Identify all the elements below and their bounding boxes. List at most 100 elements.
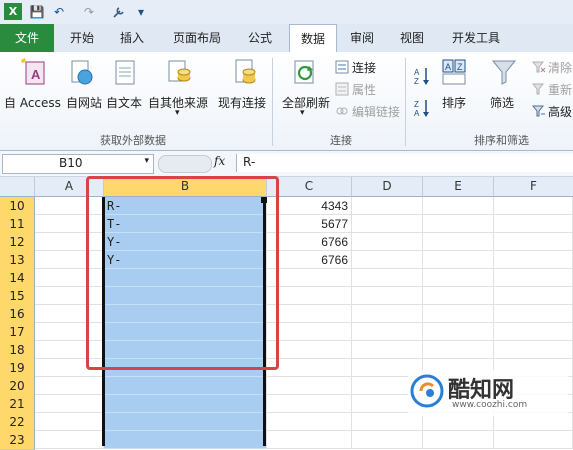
advanced-filter-button[interactable]: 高级 (548, 103, 572, 120)
cell-d-row-14[interactable] (352, 269, 423, 287)
row-header-17[interactable]: 17 (0, 323, 35, 342)
refresh-all-button[interactable]: 全部刷新 (282, 94, 330, 111)
cell-b-row-21[interactable] (104, 395, 267, 413)
row-header-21[interactable]: 21 (0, 395, 35, 414)
formula-input[interactable]: R- (236, 154, 573, 172)
column-header-c[interactable]: C (267, 177, 352, 197)
cell-e-row-17[interactable] (423, 323, 494, 341)
cell-c-row-20[interactable] (267, 377, 352, 395)
tab-file[interactable]: 文件 (0, 24, 54, 52)
cell-c-row-22[interactable] (267, 413, 352, 431)
cell-e-row-11[interactable] (423, 215, 494, 233)
tab-review[interactable]: 审阅 (340, 24, 384, 52)
cell-f-row-16[interactable] (494, 305, 573, 323)
cell-e-row-13[interactable] (423, 251, 494, 269)
tab-formulas[interactable]: 公式 (238, 24, 282, 52)
cell-a-row-20[interactable] (35, 377, 104, 395)
connections-button[interactable]: 连接 (352, 59, 376, 76)
row-header-16[interactable]: 16 (0, 305, 35, 324)
cell-c-row-16[interactable] (267, 305, 352, 323)
redo-icon[interactable]: ↷ (80, 3, 98, 20)
row-header-15[interactable]: 15 (0, 287, 35, 306)
column-header-f[interactable]: F (494, 177, 573, 197)
from-text-button[interactable]: 自文本 (106, 94, 142, 111)
properties-button[interactable]: 属性 (352, 81, 376, 98)
cell-a-row-22[interactable] (35, 413, 104, 431)
cell-c-row-19[interactable] (267, 359, 352, 377)
from-access-button[interactable]: 自 Access (4, 94, 61, 111)
cell-b-row-22[interactable] (104, 413, 267, 431)
row-header-11[interactable]: 11 (0, 215, 35, 234)
cell-c-row-18[interactable] (267, 341, 352, 359)
cell-c-row-17[interactable] (267, 323, 352, 341)
filter-button[interactable]: 筛选 (490, 94, 514, 111)
tab-data[interactable]: 数据 (289, 24, 337, 53)
cell-c-row-10[interactable]: 4343 (267, 197, 352, 215)
sort-button[interactable]: 排序 (442, 94, 466, 111)
cell-f-row-17[interactable] (494, 323, 573, 341)
cell-a-row-21[interactable] (35, 395, 104, 413)
cell-e-row-23[interactable] (423, 431, 494, 449)
name-box[interactable]: B10 ▾ (2, 154, 154, 174)
cell-d-row-23[interactable] (352, 431, 423, 449)
cell-d-row-13[interactable] (352, 251, 423, 269)
cell-d-row-12[interactable] (352, 233, 423, 251)
row-header-19[interactable]: 19 (0, 359, 35, 378)
reapply-filter-button[interactable]: 重新 (548, 81, 572, 98)
cell-d-row-18[interactable] (352, 341, 423, 359)
tab-page-layout[interactable]: 页面布局 (165, 24, 229, 52)
cell-b-row-23[interactable] (104, 431, 267, 449)
cell-c-row-13[interactable]: 6766 (267, 251, 352, 269)
from-web-button[interactable]: 自网站 (66, 94, 102, 111)
cell-f-row-18[interactable] (494, 341, 573, 359)
cell-e-row-10[interactable] (423, 197, 494, 215)
cell-e-row-15[interactable] (423, 287, 494, 305)
row-header-20[interactable]: 20 (0, 377, 35, 396)
cell-c-row-11[interactable]: 5677 (267, 215, 352, 233)
row-header-23[interactable]: 23 (0, 431, 35, 450)
row-header-18[interactable]: 18 (0, 341, 35, 360)
cell-e-row-16[interactable] (423, 305, 494, 323)
qat-more-icon[interactable]: ▾ (134, 3, 148, 20)
cell-e-row-18[interactable] (423, 341, 494, 359)
undo-icon[interactable]: ↶ (50, 3, 68, 20)
tab-home[interactable]: 开始 (60, 24, 104, 52)
save-icon[interactable]: 💾 (28, 3, 46, 20)
cell-f-row-10[interactable] (494, 197, 573, 215)
row-header-10[interactable]: 10 (0, 197, 35, 216)
cell-f-row-12[interactable] (494, 233, 573, 251)
cell-f-row-13[interactable] (494, 251, 573, 269)
tab-developer[interactable]: 开发工具 (440, 24, 512, 52)
cell-d-row-15[interactable] (352, 287, 423, 305)
edit-links-button[interactable]: 编辑链接 (352, 103, 400, 120)
cell-c-row-21[interactable] (267, 395, 352, 413)
select-all-corner[interactable] (0, 177, 35, 197)
cell-f-row-23[interactable] (494, 431, 573, 449)
cell-d-row-17[interactable] (352, 323, 423, 341)
name-box-dropdown-icon[interactable]: ▾ (144, 156, 149, 166)
column-header-e[interactable]: E (423, 177, 494, 197)
existing-connections-button[interactable]: 现有连接 (218, 94, 266, 111)
cell-c-row-14[interactable] (267, 269, 352, 287)
row-header-14[interactable]: 14 (0, 269, 35, 288)
clear-filter-button[interactable]: 清除 (548, 59, 572, 76)
cell-d-row-11[interactable] (352, 215, 423, 233)
row-header-12[interactable]: 12 (0, 233, 35, 252)
customize-icon[interactable] (110, 3, 128, 20)
cell-c-row-15[interactable] (267, 287, 352, 305)
cell-e-row-14[interactable] (423, 269, 494, 287)
cell-d-row-16[interactable] (352, 305, 423, 323)
tab-view[interactable]: 视图 (390, 24, 434, 52)
cell-a-row-23[interactable] (35, 431, 104, 449)
refresh-dropdown-icon[interactable]: ▾ (300, 108, 305, 118)
cell-e-row-12[interactable] (423, 233, 494, 251)
cell-f-row-11[interactable] (494, 215, 573, 233)
cell-f-row-14[interactable] (494, 269, 573, 287)
formula-bar-resize-handle[interactable] (158, 155, 212, 173)
cell-c-row-23[interactable] (267, 431, 352, 449)
column-header-d[interactable]: D (352, 177, 423, 197)
row-header-13[interactable]: 13 (0, 251, 35, 270)
row-header-22[interactable]: 22 (0, 413, 35, 432)
insert-function-icon[interactable]: fx (214, 154, 225, 168)
cell-b-row-20[interactable] (104, 377, 267, 395)
